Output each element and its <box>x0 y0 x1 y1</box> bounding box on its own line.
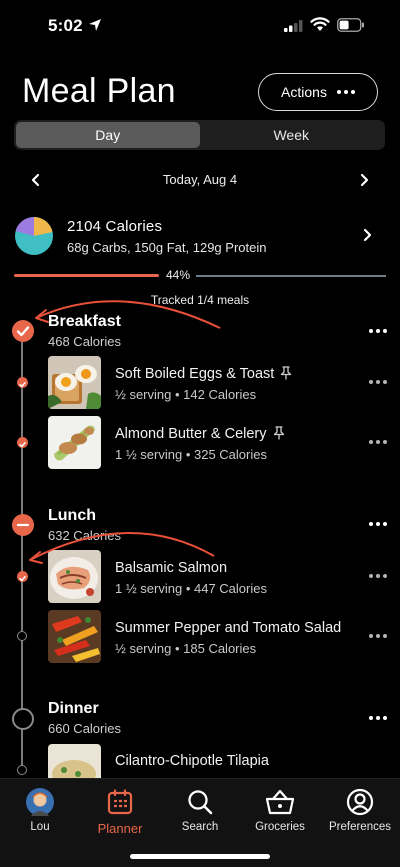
tab-label: Preferences <box>328 821 391 833</box>
annotation-arrow-lunch <box>29 531 215 561</box>
tab-label: Planner <box>97 821 143 836</box>
tab-preferences[interactable]: Preferences <box>320 787 400 833</box>
tab-planner[interactable]: Planner <box>80 787 160 836</box>
calendar-icon <box>107 789 133 815</box>
home-indicator[interactable] <box>130 854 270 859</box>
annotation-arrow-breakfast <box>35 300 221 329</box>
tab-label: Search <box>181 821 219 833</box>
basket-icon <box>265 789 295 815</box>
search-icon <box>188 790 213 815</box>
tab-search[interactable]: Search <box>160 787 240 833</box>
tab-label: Groceries <box>255 821 305 833</box>
annotation-arrows <box>29 300 221 564</box>
avatar-icon <box>26 788 54 816</box>
profile-icon <box>346 788 374 816</box>
tab-groceries[interactable]: Groceries <box>240 787 320 833</box>
tab-label: Lou <box>30 821 50 833</box>
tab-lou[interactable]: Lou <box>0 787 80 833</box>
